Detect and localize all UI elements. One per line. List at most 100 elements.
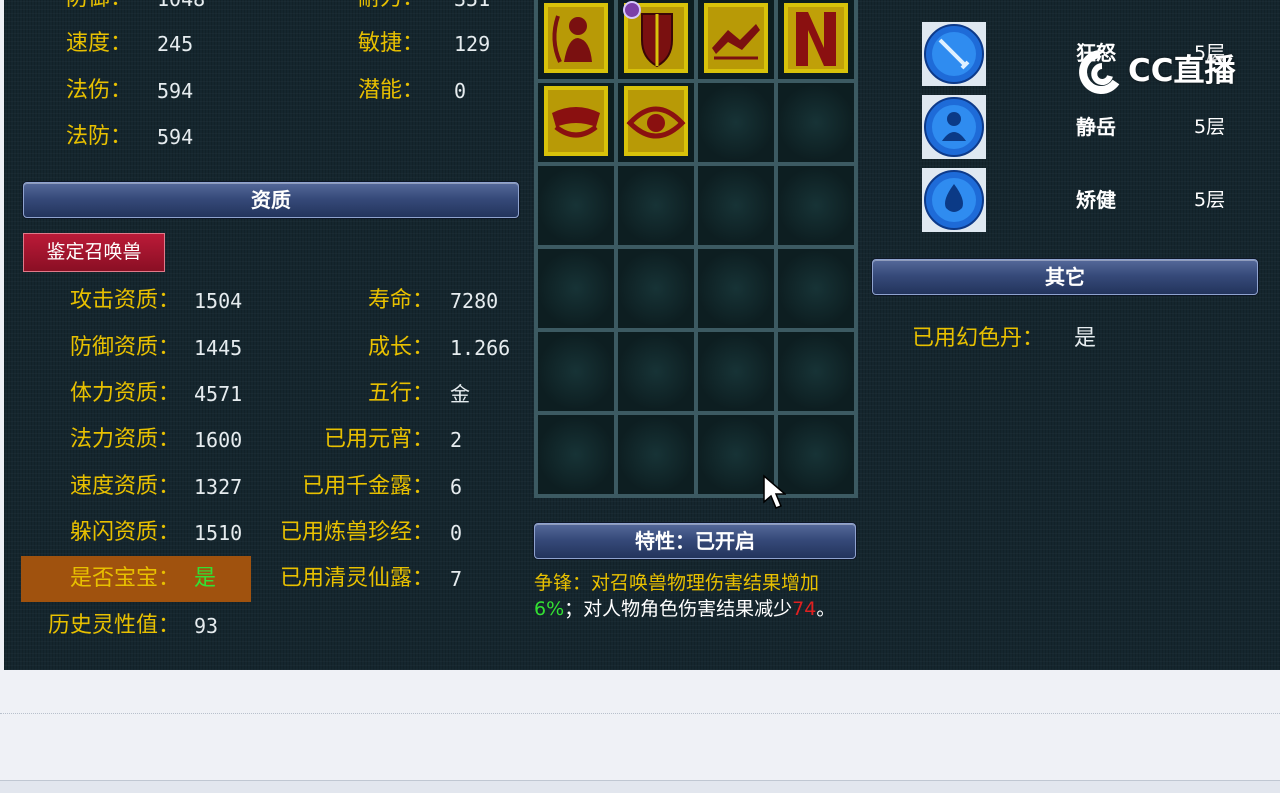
lifespan-label: 寿命： [367, 288, 434, 313]
element-value: 金 [450, 382, 470, 406]
hp-aptitude-label: 体力资质： [69, 381, 180, 406]
used-yuanxiao-value: 2 [450, 428, 463, 452]
skill-slot-empty[interactable] [538, 249, 614, 328]
other-header: 其它 [872, 259, 1258, 295]
defense-aptitude-label: 防御资质： [69, 335, 180, 360]
skill-slot-empty[interactable] [698, 332, 774, 411]
used-lianshou-value: 0 [450, 521, 463, 545]
element-label: 五行： [367, 381, 434, 406]
skill-slot-empty[interactable] [618, 332, 694, 411]
skill-slot-empty[interactable] [698, 83, 774, 162]
skill-slot-mouth[interactable] [538, 83, 614, 162]
agility-value: 129 [454, 32, 491, 56]
eye-skill-icon [624, 86, 688, 156]
used-qingling-value: 7 [450, 567, 463, 591]
figure-buff-icon[interactable] [922, 95, 986, 159]
trait-header: 特性：已开启 [534, 523, 856, 559]
dodge-aptitude-label: 躲闪资质： [69, 520, 180, 545]
cc-logo-icon [1079, 50, 1120, 94]
skill-slot-empty[interactable] [778, 249, 854, 328]
used-qingling-label: 已用清灵仙露： [279, 566, 434, 591]
page-footer-area [0, 670, 1280, 792]
mouth-skill-icon [544, 86, 608, 156]
skill-slot-empty[interactable] [538, 332, 614, 411]
speed-label: 速度： [65, 31, 132, 56]
skill-grid [534, 0, 858, 498]
skill-slot-empty[interactable] [538, 166, 614, 245]
trait-line2: ；对人物角色伤害结果减少 [564, 598, 793, 620]
mouse-cursor-icon [763, 474, 786, 509]
pet-info-panel: 防御： 1048 耐力： 351 速度： 245 敏捷： 129 法伤： 594… [4, 0, 1280, 670]
used-qianjinlu-value: 6 [450, 475, 463, 499]
used-lianshou-label: 已用炼兽珍经： [279, 520, 434, 545]
logo-text: CC直播 [1128, 53, 1236, 89]
skill-slot-shield[interactable] [618, 0, 694, 79]
speed-aptitude-value: 1327 [194, 475, 243, 499]
trait-line1: 对召唤兽物理伤害结果增加 [591, 572, 820, 594]
mp-aptitude-value: 1600 [194, 428, 243, 452]
sword-buff-icon[interactable] [922, 22, 986, 86]
shield-skill-icon [623, 1, 688, 73]
skill-slot-archer[interactable] [538, 0, 614, 79]
hp-aptitude-value: 4571 [194, 382, 243, 406]
growth-label: 成长： [367, 335, 434, 360]
rune-skill-icon [784, 3, 848, 73]
dodge-aptitude-value: 1510 [194, 521, 243, 545]
trait-description: 争锋：对召唤兽物理伤害结果增加 6%；对人物角色伤害结果减少74。 [534, 570, 874, 622]
growth-value: 1.266 [450, 336, 511, 360]
skill-slot-rune[interactable] [778, 0, 854, 79]
endurance-value: 351 [454, 0, 490, 12]
lifespan-value: 7280 [450, 289, 499, 313]
trait-pct1: 6% [534, 598, 565, 620]
skill-slot-empty[interactable] [778, 166, 854, 245]
skill-slot-empty[interactable] [698, 166, 774, 245]
agility-label: 敏捷： [357, 31, 424, 56]
magic-defense-value: 594 [157, 125, 194, 149]
is-baby-value: 是 [194, 566, 217, 591]
trait-pct2: 74 [792, 598, 817, 620]
water-drop-buff-icon[interactable] [922, 168, 986, 232]
magic-defense-label: 法防： [65, 124, 132, 149]
skill-slot-empty[interactable] [618, 415, 694, 494]
defense-aptitude-value: 1445 [194, 336, 243, 360]
defense-label: 防御： [44, 0, 132, 12]
buff-level-jiaojian: 5层 [1194, 189, 1226, 211]
skill-slot-empty[interactable] [618, 166, 694, 245]
buff-name-jiaojian: 矫健 [1076, 188, 1116, 212]
speed-value: 245 [157, 32, 194, 56]
skill-slot-empty[interactable] [698, 249, 774, 328]
used-qianjinlu-label: 已用千金露： [301, 474, 434, 499]
history-spirit-label: 历史灵性值： [47, 613, 180, 638]
identify-summon-button[interactable]: 鉴定召唤兽 [23, 233, 165, 272]
speed-aptitude-label: 速度资质： [69, 474, 180, 499]
dotted-divider [0, 713, 1280, 714]
bottom-scrollbar[interactable] [0, 780, 1280, 793]
defense-value: 1048 [157, 0, 205, 12]
potential-label: 潜能： [357, 78, 424, 103]
potential-value: 0 [454, 79, 467, 103]
skill-slot-empty[interactable] [778, 415, 854, 494]
endurance-label: 耐力： [344, 0, 424, 12]
skill-slot-beast[interactable] [698, 0, 774, 79]
aptitude-header: 资质 [23, 182, 519, 218]
mp-aptitude-label: 法力资质： [69, 427, 180, 452]
beast-skill-icon [704, 3, 768, 73]
skill-slot-empty[interactable] [538, 415, 614, 494]
trait-name: 争锋： [534, 572, 592, 594]
magic-damage-label: 法伤： [65, 78, 132, 103]
magic-damage-value: 594 [157, 79, 194, 103]
buff-name-jingyue: 静岳 [1076, 115, 1116, 139]
used-dye-label: 已用幻色丹： [911, 326, 1044, 351]
skill-slot-empty[interactable] [618, 249, 694, 328]
buff-level-jingyue: 5层 [1194, 116, 1226, 138]
skill-slot-eye[interactable] [618, 83, 694, 162]
attack-aptitude-label: 攻击资质： [69, 288, 180, 313]
skill-slot-empty[interactable] [778, 83, 854, 162]
skill-slot-empty[interactable] [778, 332, 854, 411]
history-spirit-value: 93 [194, 614, 219, 638]
used-dye-value: 是 [1074, 326, 1097, 351]
archer-skill-icon [544, 3, 608, 73]
is-baby-label: 是否宝宝： [69, 566, 180, 591]
attack-aptitude-value: 1504 [194, 289, 243, 313]
used-yuanxiao-label: 已用元宵： [323, 427, 434, 452]
